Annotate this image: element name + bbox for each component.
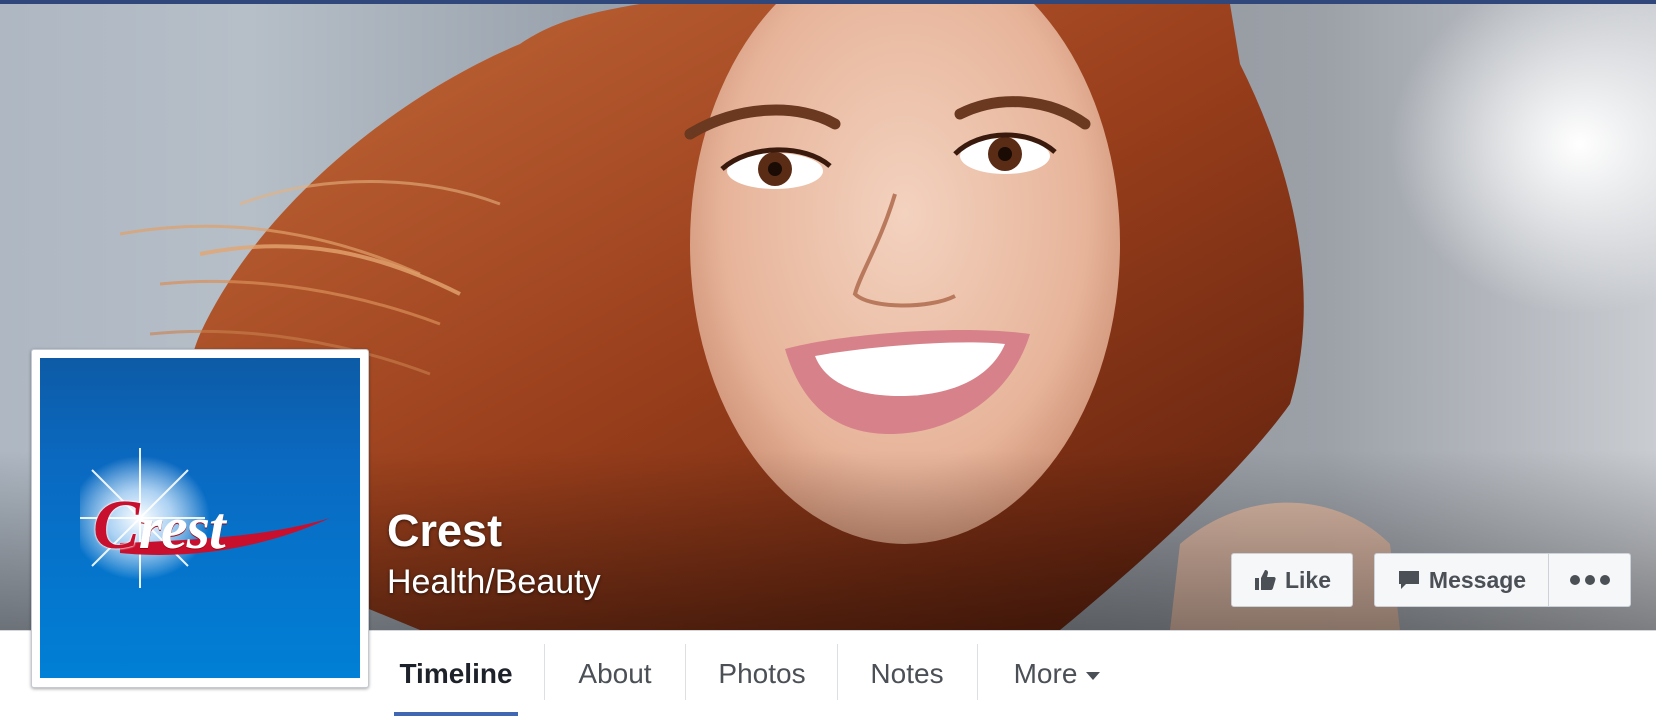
light-flare [1390, 4, 1656, 314]
like-button[interactable]: Like [1231, 553, 1353, 607]
ellipsis-icon [1569, 575, 1610, 585]
crest-logo-rest: rest [138, 495, 226, 561]
tab-about[interactable]: About [570, 631, 660, 716]
page-title[interactable]: Crest [387, 505, 502, 557]
crest-logo-text: Crest [93, 486, 226, 566]
profile-picture-frame[interactable]: Crest [31, 349, 369, 688]
facebook-page: Crest Crest Health/Beauty Like Message T… [0, 0, 1656, 716]
more-options-button[interactable] [1549, 553, 1631, 607]
tab-about-label: About [578, 658, 652, 689]
message-button-label: Message [1428, 566, 1527, 593]
message-button-group: Message [1374, 553, 1631, 607]
tab-timeline[interactable]: Timeline [394, 631, 518, 716]
tab-notes[interactable]: Notes [862, 631, 952, 716]
tab-more[interactable]: More [1004, 631, 1110, 716]
tab-divider [685, 644, 686, 700]
tab-notes-label: Notes [870, 658, 944, 689]
message-button[interactable]: Message [1374, 553, 1549, 607]
like-button-label: Like [1284, 566, 1332, 593]
speech-bubble-icon [1397, 568, 1421, 592]
thumbs-up-icon [1253, 568, 1277, 592]
tab-timeline-label: Timeline [399, 658, 513, 689]
chevron-down-icon [1086, 671, 1101, 680]
crest-logo-c-letter: C [93, 487, 140, 564]
tab-more-label: More [1013, 658, 1078, 689]
tab-divider [837, 644, 838, 700]
tab-divider [544, 644, 545, 700]
page-category[interactable]: Health/Beauty [387, 563, 601, 602]
tab-photos[interactable]: Photos [710, 631, 814, 716]
top-navigation-strip [0, 0, 1656, 4]
tab-photos-label: Photos [718, 658, 806, 689]
tab-divider [977, 644, 978, 700]
profile-picture[interactable]: Crest [40, 358, 360, 678]
